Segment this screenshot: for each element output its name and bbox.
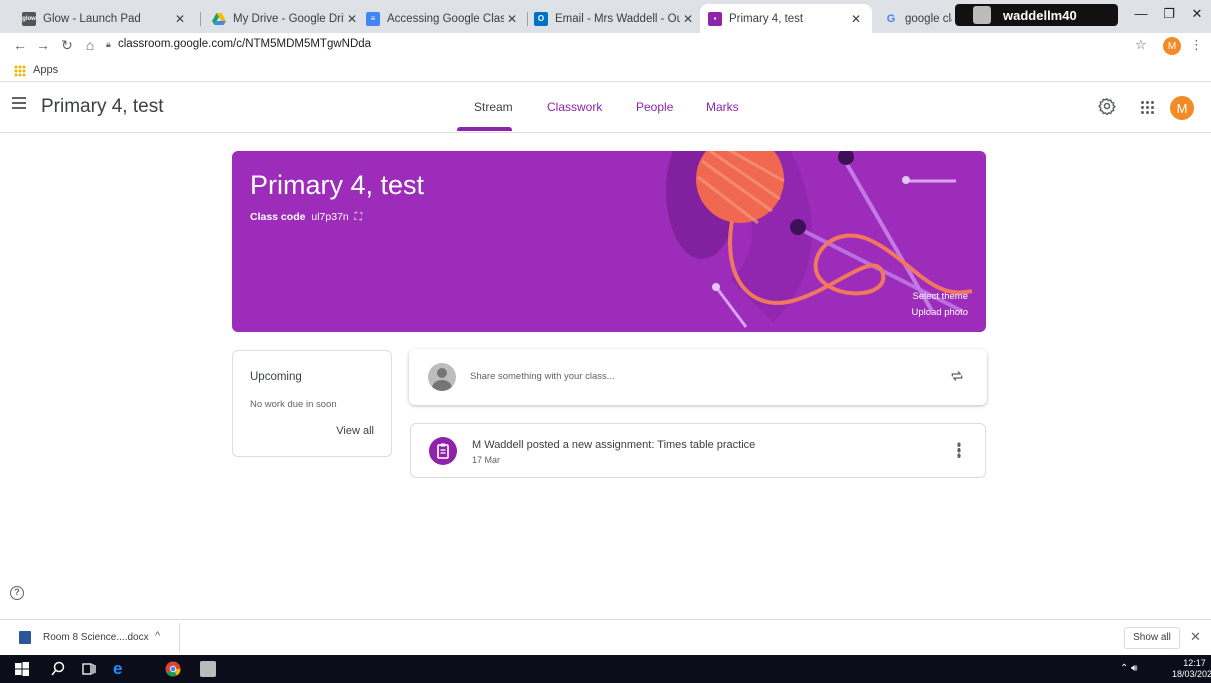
google-classroom-icon: ▪ (708, 11, 722, 26)
search-icon[interactable] (50, 661, 66, 677)
google-apps-icon[interactable] (1140, 100, 1154, 114)
fullscreen-icon[interactable]: ⛶ (355, 211, 362, 223)
class-code-value: ul7p37n (311, 211, 349, 223)
tab-divider (200, 12, 201, 26)
class-title: Primary 4, test (41, 96, 164, 117)
windows-start-icon[interactable] (14, 661, 30, 677)
bookmark-star-icon[interactable]: ☆ (1135, 37, 1147, 53)
share-with-class-box[interactable]: Share something with your class... (409, 349, 987, 405)
more-options-icon[interactable] (957, 442, 961, 458)
tab-glow-launch-pad[interactable]: glow Glow - Launch Pad ✕ (14, 4, 196, 33)
close-window-icon[interactable]: ✕ (1184, 6, 1210, 22)
chrome-icon[interactable] (165, 661, 181, 677)
post-title[interactable]: M Waddell posted a new assignment: Times… (472, 439, 755, 451)
tab-title: My Drive - Google Drive (233, 12, 344, 25)
google-icon: G (886, 12, 896, 25)
word-document-icon (19, 631, 31, 644)
divider (179, 623, 180, 653)
assignment-icon (429, 437, 457, 465)
glow-icon: glow (22, 11, 36, 26)
lock-icon[interactable]: 🔒︎ (106, 39, 111, 50)
task-view-icon[interactable] (81, 661, 97, 677)
taskbar-clock[interactable]: 12:17 18/03/2020 (1172, 658, 1211, 680)
gear-icon[interactable] (1098, 97, 1116, 115)
clock-date: 18/03/2020 (1172, 669, 1211, 679)
system-tray-icons[interactable]: ⌃ 🔊︎ (1120, 663, 1137, 674)
address-bar[interactable]: classroom.google.com/c/NTM5MDM5MTgwNDda (118, 38, 371, 50)
tab-google-drive[interactable]: My Drive - Google Drive ✕ (204, 4, 368, 33)
apps-grid-icon[interactable] (14, 65, 26, 77)
close-icon[interactable]: ✕ (680, 12, 696, 26)
class-banner: Primary 4, test Class code ul7p37n ⛶ Sel… (232, 151, 986, 332)
tab-title: Primary 4, test (729, 12, 804, 25)
back-icon[interactable]: ← (11, 37, 29, 53)
post-date: 17 Mar (472, 455, 501, 465)
tab-stream[interactable]: Stream (474, 100, 513, 114)
tab-people[interactable]: People (636, 100, 673, 114)
close-icon[interactable]: ✕ (504, 12, 520, 26)
upcoming-empty-text: No work due in soon (250, 399, 337, 410)
tab-google-search[interactable]: G google classro (876, 4, 960, 33)
tab-marks[interactable]: Marks (706, 100, 739, 114)
tab-primary-4-test[interactable]: ▪ Primary 4, test ✕ (700, 4, 872, 33)
class-code-label: Class code (250, 211, 306, 223)
upcoming-card: Upcoming No work due in soon View all (232, 350, 392, 457)
banner-title: Primary 4, test (250, 170, 425, 200)
clock-time: 12:17 (1183, 658, 1206, 668)
forward-icon[interactable]: → (34, 37, 52, 53)
tab-outlook-email[interactable]: O Email - Mrs Waddell - Outlook ✕ (526, 4, 704, 33)
profile-avatar-button[interactable]: M (1163, 37, 1181, 55)
google-drive-icon (212, 12, 226, 26)
bookmarks-bar: Apps (0, 59, 1211, 82)
reload-icon[interactable]: ↻ (58, 37, 76, 54)
apps-bookmark[interactable]: Apps (33, 64, 58, 76)
reuse-post-icon[interactable] (949, 368, 965, 384)
stream-post[interactable]: M Waddell posted a new assignment: Times… (410, 423, 986, 478)
tab-title: Accessing Google Classroom F (387, 12, 504, 25)
show-all-button[interactable]: Show all (1124, 627, 1180, 649)
user-avatar[interactable]: M (1170, 96, 1194, 120)
browser-tab-strip: glow Glow - Launch Pad ✕ My Drive - Goog… (0, 0, 1211, 33)
tab-classwork[interactable]: Classwork (547, 100, 602, 114)
home-icon[interactable]: ⌂ (81, 37, 99, 53)
tab-title: Email - Mrs Waddell - Outlook (555, 12, 680, 25)
avatar (428, 363, 456, 391)
classroom-header: Primary 4, test Stream Classwork People … (0, 83, 1211, 133)
outlook-icon: O (534, 11, 548, 26)
share-placeholder[interactable]: Share something with your class... (470, 371, 615, 382)
select-theme-link[interactable]: Select theme (913, 291, 968, 302)
help-icon[interactable]: ? (10, 586, 24, 600)
tab-title: Glow - Launch Pad (43, 12, 141, 25)
download-file-name[interactable]: Room 8 Science....docx (43, 632, 149, 643)
close-icon[interactable]: ✕ (172, 12, 188, 26)
windows-taskbar: e ⌃ 🔊︎ 12:17 18/03/2020 (0, 655, 1211, 683)
browser-toolbar: ← → ↻ ⌂ 🔒︎ classroom.google.com/c/NTM5MD… (0, 33, 1211, 59)
user-app-icon[interactable] (200, 661, 216, 677)
close-icon[interactable]: ✕ (1190, 629, 1201, 645)
upload-photo-link[interactable]: Upload photo (911, 307, 968, 318)
hamburger-menu-icon[interactable] (12, 97, 26, 109)
tab-accessing-google-classroom[interactable]: ≡ Accessing Google Classroom F ✕ (358, 4, 528, 33)
close-icon[interactable]: ✕ (848, 12, 864, 26)
active-tab-indicator (457, 127, 512, 131)
class-code: Class code ul7p37n ⛶ (250, 211, 362, 224)
chevron-up-icon[interactable]: ^ (155, 630, 160, 642)
download-bar: Room 8 Science....docx ^ Show all ✕ (0, 619, 1211, 655)
profile-name: waddellm40 (1003, 7, 1077, 23)
profile-badge[interactable]: waddellm40 (955, 4, 1118, 26)
edge-icon[interactable]: e (113, 660, 129, 677)
profile-avatar (973, 6, 991, 24)
google-docs-icon: ≡ (366, 11, 380, 26)
restore-icon[interactable]: ❐ (1156, 6, 1182, 22)
tab-title: google classro (905, 12, 952, 25)
minimize-icon[interactable]: — (1128, 6, 1154, 21)
view-all-link[interactable]: View all (336, 425, 374, 437)
chrome-menu-icon[interactable]: ⋮ (1190, 37, 1203, 53)
upcoming-title: Upcoming (250, 371, 302, 383)
